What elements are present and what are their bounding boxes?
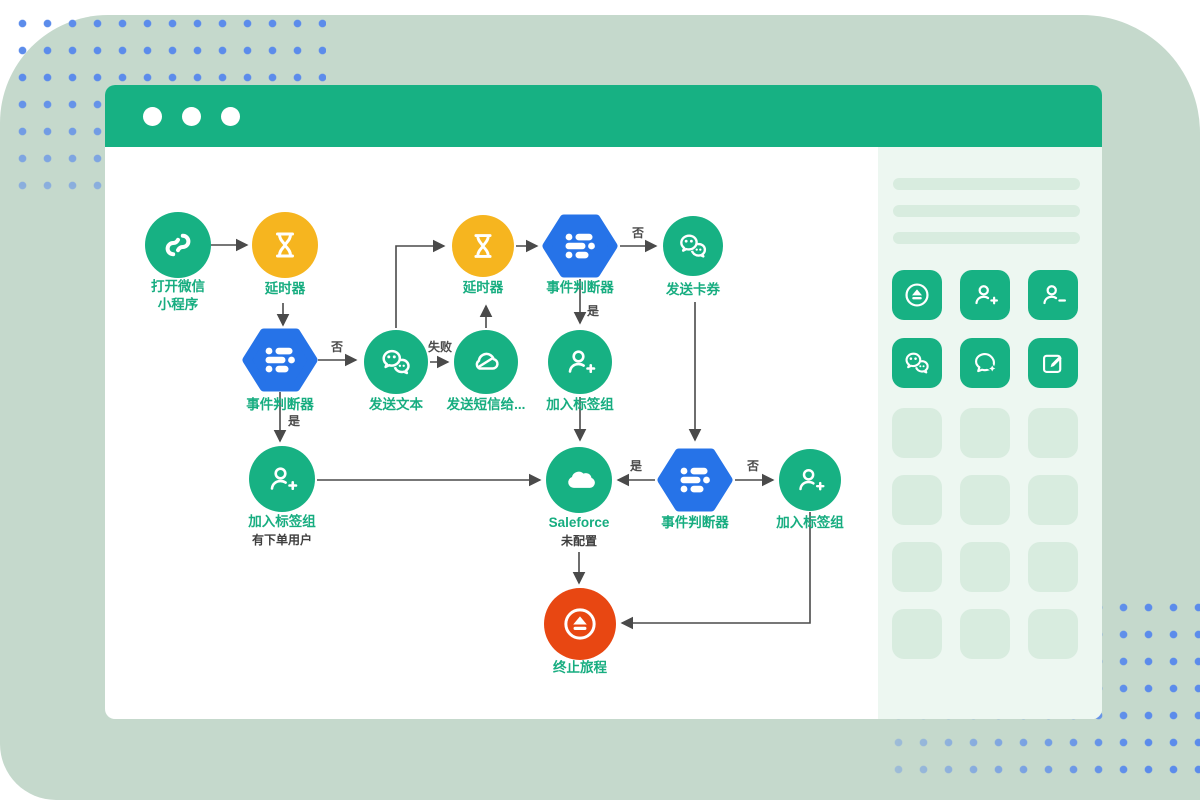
flow-node-open-miniprogram[interactable]: 打开微信 小程序 (145, 212, 211, 312)
node-shape (663, 216, 723, 276)
edge-label: 否 (746, 459, 759, 473)
flow-node-event-check-1[interactable]: 事件判断器 (246, 333, 314, 412)
list-hexagon-icon (247, 333, 313, 387)
edge-label: 失败 (428, 339, 452, 354)
node-label: 延时器 (462, 279, 504, 295)
page: 否 失败 是 否 是 是 否 打开微信 小程序 延时器 事件判断器 发送文本 (0, 0, 1200, 800)
node-label: 小程序 (158, 296, 199, 312)
node-label: 加入标签组 (247, 513, 316, 529)
node-label: 加入标签组 (775, 514, 844, 530)
list-hexagon-icon (662, 453, 728, 507)
node-label: Saleforce (549, 515, 610, 530)
flow-node-send-text[interactable]: 发送文本 (364, 330, 428, 412)
node-sublabel: 有下单用户 (252, 532, 312, 547)
edge-label: 是 (287, 414, 301, 428)
node-sublabel: 未配置 (560, 533, 597, 548)
node-label: 发送卡券 (665, 281, 720, 297)
edge-label: 是 (629, 459, 643, 473)
node-label: 加入标签组 (545, 396, 614, 412)
node-label: 终止旅程 (553, 659, 607, 675)
node-label: 发送短信给... (446, 396, 526, 412)
flow-node-delay-timer-1[interactable]: 延时器 (252, 212, 318, 296)
flow-node-event-check-2[interactable]: 事件判断器 (546, 219, 614, 295)
node-label: 打开微信 (151, 278, 205, 294)
flow-node-event-check-3[interactable]: 事件判断器 (661, 453, 729, 530)
edge-label: 否 (631, 226, 644, 240)
flow-node-end-journey[interactable]: 终止旅程 (544, 588, 616, 675)
flow-node-send-sms[interactable]: 发送短信给... (446, 330, 526, 412)
edge-sendtext-timer2 (396, 246, 444, 328)
node-label: 事件判断器 (546, 279, 614, 295)
flow-node-send-coupon[interactable]: 发送卡券 (663, 216, 723, 297)
list-hexagon-icon (547, 219, 613, 273)
journey-canvas: 否 失败 是 否 是 是 否 打开微信 小程序 延时器 事件判断器 发送文本 (0, 0, 1200, 800)
node-label: 事件判断器 (661, 514, 729, 530)
node-label: 延时器 (264, 280, 306, 296)
flow-node-add-tag-2[interactable]: 加入标签组 有下单用户 (247, 446, 316, 547)
node-shape (364, 330, 428, 394)
node-label: 发送文本 (368, 396, 423, 412)
flow-node-add-tag-1[interactable]: 加入标签组 (545, 330, 614, 412)
edge-label: 否 (330, 340, 343, 354)
flow-node-salesforce[interactable]: Saleforce 未配置 (546, 447, 612, 548)
node-shape (145, 212, 211, 278)
node-label: 事件判断器 (246, 396, 314, 412)
flow-node-delay-timer-2[interactable]: 延时器 (452, 215, 514, 295)
edge-label: 是 (586, 304, 600, 318)
flow-node-add-tag-3[interactable]: 加入标签组 (775, 449, 844, 530)
